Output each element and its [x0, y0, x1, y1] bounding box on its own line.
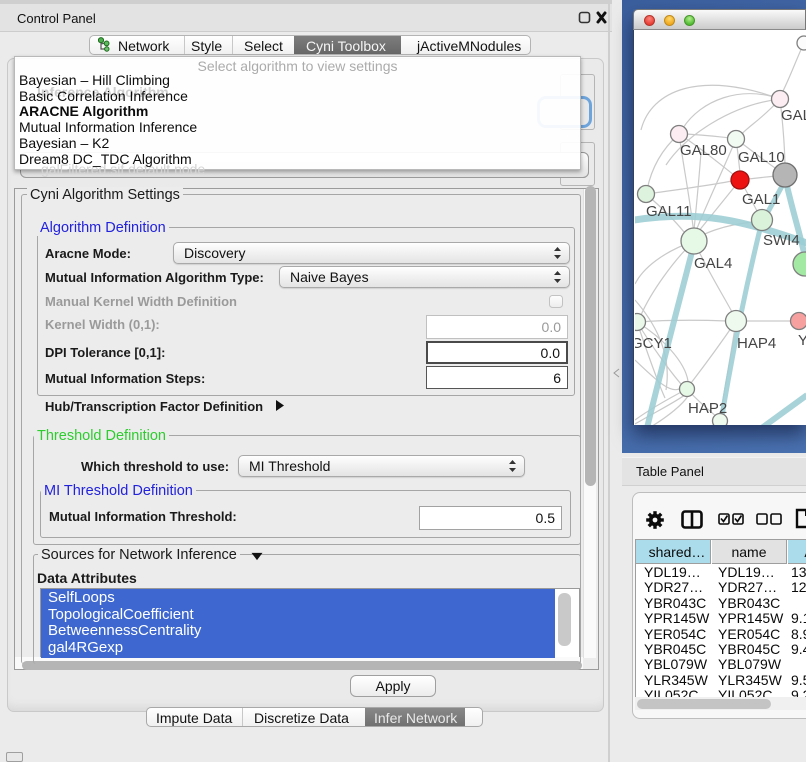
svg-text:GAL80: GAL80	[680, 142, 727, 159]
svg-text:GAL1: GAL1	[742, 191, 780, 208]
svg-text:HAP4: HAP4	[737, 335, 776, 352]
svg-text:GCY1: GCY1	[635, 335, 672, 352]
svg-text:YJR048W: YJR048W	[798, 332, 806, 349]
svg-text:GAL10: GAL10	[738, 149, 785, 166]
svg-text:GAL4: GAL4	[694, 255, 732, 272]
svg-text:SWI4: SWI4	[763, 232, 800, 249]
svg-text:HAP2: HAP2	[688, 400, 727, 417]
svg-text:GAL2: GAL2	[781, 107, 806, 124]
svg-text:GAL11: GAL11	[646, 203, 692, 220]
